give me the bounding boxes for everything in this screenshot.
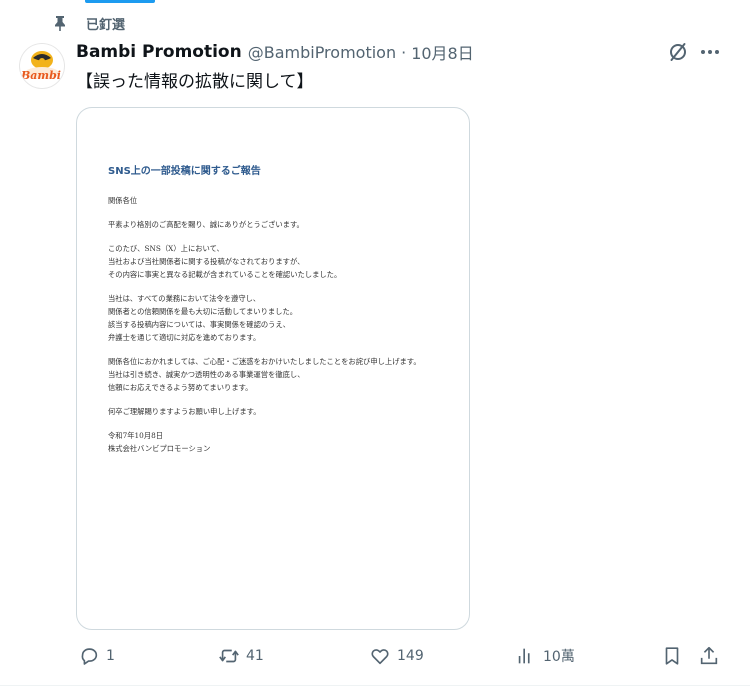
tab-indicator (85, 0, 155, 3)
document-line: 当社は、すべての業務において法令を遵守し、 (108, 294, 261, 303)
like-count: 149 (397, 648, 424, 664)
document-paragraph: 当社は、すべての業務において法令を遵守し、 関係者との信頼関係を最も大切に活動し… (108, 292, 438, 344)
share-button[interactable] (698, 640, 720, 672)
author-handle[interactable]: @BambiPromotion (248, 43, 396, 62)
grok-icon[interactable] (668, 42, 688, 62)
like-button[interactable]: 149 (369, 640, 424, 672)
reply-button[interactable]: 1 (78, 640, 115, 672)
post-text: 【誤った情報の拡散に関して】 (76, 72, 314, 92)
document-line: 弁護士を通じて適切に対応を進めております。 (108, 333, 261, 342)
separator-dot: · (401, 42, 407, 62)
more-icon[interactable] (698, 40, 722, 64)
document-paragraph: このたび、SNS（X）上において、 当社および当社関係者に関する投稿がなされてお… (108, 242, 438, 281)
post-date[interactable]: 10月8日 (411, 40, 474, 64)
bookmark-button[interactable] (661, 640, 683, 672)
document-line: 関係各位におかれましては、ご心配・ご迷惑をおかけいたしましたことをお詫び申し上げ… (108, 357, 421, 366)
repost-count: 41 (246, 648, 264, 664)
action-bar: 1 41 149 10萬 (0, 640, 750, 672)
document-line: 信頼にお応えできるよう努めてまいります。 (108, 383, 253, 392)
share-icon (700, 646, 718, 665)
views-button[interactable]: 10萬 (515, 640, 575, 672)
author-name[interactable]: Bambi Promotion (76, 42, 242, 62)
document-line: 当社は引き続き、誠実かつ透明性のある事業運営を徹底し、 (108, 370, 305, 379)
document-line: 該当する投稿内容については、事実関係を確認のうえ、 (108, 320, 291, 329)
document-date: 令和7年10月8日 (108, 431, 164, 440)
document-paragraph: 何卒ご理解賜りますようお願い申し上げます。 (108, 407, 261, 416)
document-paragraph: 平素より格別のご高配を賜り、誠にありがとうございます。 (108, 220, 304, 229)
views-icon (518, 648, 530, 664)
pinned-indicator: 已釘選 (52, 12, 125, 34)
like-icon (371, 649, 389, 665)
pin-icon (55, 16, 65, 31)
document-signature: 令和7年10月8日 株式会社バンビプロモーション (108, 429, 438, 455)
avatar-logo-text: Bambi (21, 69, 61, 82)
post-image[interactable]: SNS上の一部投稿に関するご報告 関係各位 平素より格別のご高配を賜り、誠にあり… (76, 107, 470, 630)
document-line: 関係者との信頼関係を最も大切に活動してまいりました。 (108, 307, 298, 316)
document-company: 株式会社バンビプロモーション (108, 444, 211, 453)
views-count: 10萬 (543, 649, 575, 665)
document-greeting: 関係各位 (108, 196, 138, 205)
post-header: Bambi Promotion @BambiPromotion · 10月8日 (76, 40, 474, 64)
document-image: SNS上の一部投稿に関するご報告 関係各位 平素より格別のご高配を賜り、誠にあり… (108, 162, 438, 466)
avatar[interactable]: Bambi (20, 44, 64, 88)
document-paragraph: 関係各位におかれましては、ご心配・ご迷惑をおかけいたしましたことをお詫び申し上げ… (108, 355, 438, 394)
reply-icon (81, 648, 98, 665)
document-line: このたび、SNS（X）上において、 (108, 244, 224, 253)
document-title: SNS上の一部投稿に関するご報告 (108, 166, 261, 177)
repost-button[interactable]: 41 (218, 640, 264, 672)
pinned-label: 已釘選 (86, 17, 126, 33)
document-line: その内容に事実と異なる記載が含まれていることを確認いたしました。 (108, 270, 342, 279)
document-line: 当社および当社関係者に関する投稿がなされておりますが、 (108, 257, 305, 266)
repost-icon (219, 649, 239, 663)
reply-count: 1 (106, 648, 115, 664)
bookmark-icon (665, 647, 679, 665)
